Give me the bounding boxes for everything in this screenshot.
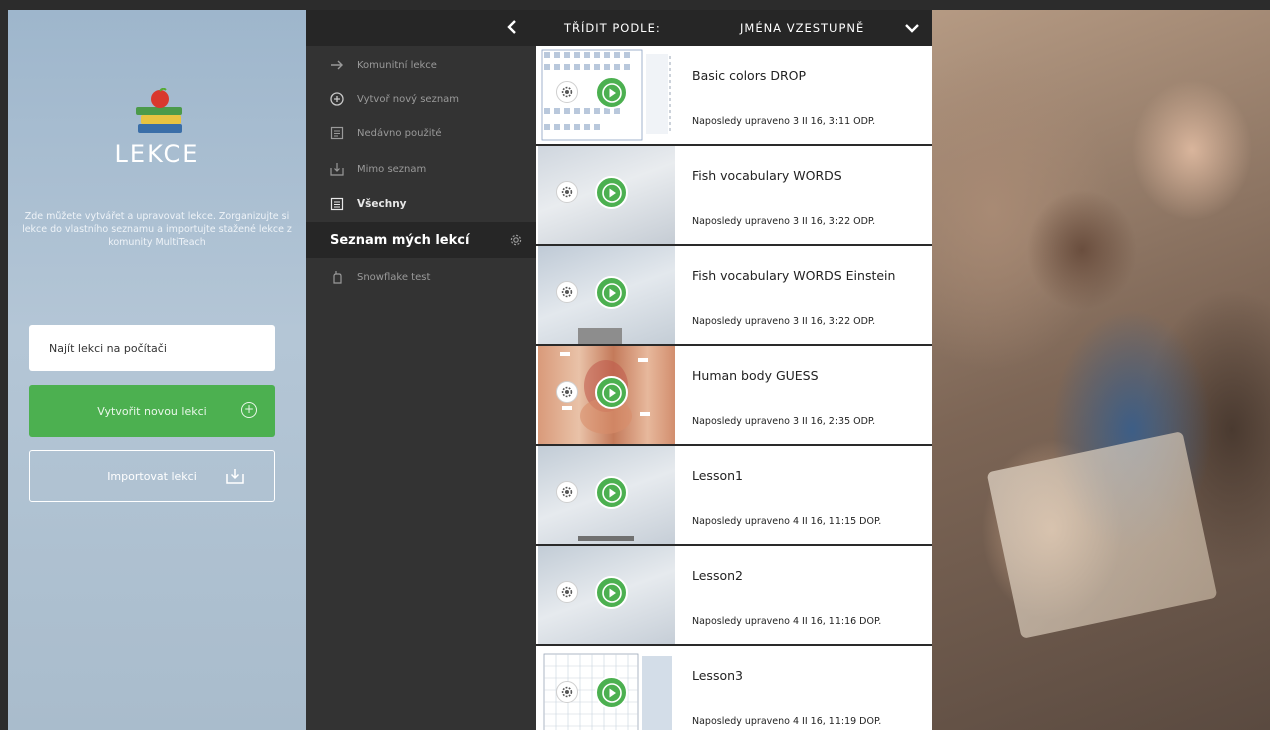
play-icon[interactable] [595, 376, 628, 409]
lesson-title: Fish vocabulary WORDS Einstein [692, 268, 896, 283]
lesson-modified-date: Naposledy upraveno 3 II 16, 3:22 ODP. [692, 216, 876, 227]
nav-topbar [306, 10, 536, 46]
nav-item-label: Mimo seznam [357, 163, 427, 175]
lesson-modified-date: Naposledy upraveno 4 II 16, 11:15 DOP. [692, 516, 882, 527]
play-icon[interactable] [595, 276, 628, 309]
lesson-row[interactable]: Lesson3 Naposledy upraveno 4 II 16, 11:1… [536, 646, 932, 730]
lesson-thumbnail [538, 446, 675, 544]
recent-icon [330, 126, 344, 140]
find-lesson-label: Najít lekci na počítači [49, 341, 167, 355]
lesson-settings-gear-icon[interactable] [556, 81, 578, 103]
lesson-modified-date: Naposledy upraveno 3 II 16, 3:11 ODP. [692, 116, 876, 127]
nav-item-label: Komunitní lekce [357, 59, 437, 71]
lesson-thumbnail [538, 546, 675, 644]
lesson-settings-gear-icon[interactable] [556, 381, 578, 403]
nav-item-unlisted[interactable]: Mimo seznam [306, 152, 536, 186]
photo-detail [986, 431, 1218, 639]
lesson-title: Lesson2 [692, 568, 743, 583]
left-panel: LEKCE Zde můžete vytvářet a upravovat le… [8, 10, 306, 730]
lesson-row[interactable]: Fish vocabulary WORDS Naposledy upraveno… [536, 146, 932, 244]
lesson-lists-nav: Komunitní lekce Vytvoř nový seznam Nedáv… [306, 10, 536, 730]
nav-item-all[interactable]: Všechny [306, 187, 536, 221]
lesson-title: Human body GUESS [692, 368, 819, 383]
lesson-thumbnail [538, 346, 675, 444]
lesson-settings-gear-icon[interactable] [556, 481, 578, 503]
lesson-settings-gear-icon[interactable] [556, 181, 578, 203]
lesson-row[interactable]: Fish vocabulary WORDS Einstein Naposledy… [536, 246, 932, 344]
collapse-chevron-left-icon[interactable] [506, 19, 522, 37]
lesson-row[interactable]: Human body GUESS Naposledy upraveno 3 II… [536, 346, 932, 444]
nav-item-label: Všechny [357, 198, 407, 210]
nav-item-label: Nedávno použité [357, 127, 442, 139]
nav-item-label: Seznam mých lekcí [330, 232, 470, 248]
lesson-list: Basic colors DROP Naposledy upraveno 3 I… [536, 46, 932, 730]
hand-icon [330, 270, 344, 284]
arrow-icon [330, 58, 344, 72]
lesson-row[interactable]: Lesson2 Naposledy upraveno 4 II 16, 11:1… [536, 546, 932, 644]
lesson-modified-date: Naposledy upraveno 3 II 16, 3:22 ODP. [692, 316, 876, 327]
nav-item-recent[interactable]: Nedávno použité [306, 116, 536, 150]
lesson-row[interactable]: Basic colors DROP Naposledy upraveno 3 I… [536, 46, 932, 144]
lesson-modified-date: Naposledy upraveno 3 II 16, 2:35 ODP. [692, 416, 876, 427]
lesson-settings-gear-icon[interactable] [556, 681, 578, 703]
lesson-row[interactable]: Lesson1 Naposledy upraveno 4 II 16, 11:1… [536, 446, 932, 544]
find-lesson-button[interactable]: Najít lekci na počítači [29, 325, 275, 371]
app-description: Zde můžete vytvářet a upravovat lekce. Z… [22, 211, 292, 248]
lesson-title: Fish vocabulary WORDS [692, 168, 842, 183]
sort-dropdown[interactable]: JMÉNA VZESTUPNĚ [740, 21, 864, 35]
books-apple-logo-icon [130, 87, 190, 140]
create-lesson-label: Vytvořit novou lekci [97, 404, 207, 418]
play-icon[interactable] [595, 76, 628, 109]
thumbnail-graphic [578, 328, 622, 344]
lesson-title: Basic colors DROP [692, 68, 807, 83]
thumbnail-graphic [578, 536, 634, 541]
play-icon[interactable] [595, 476, 628, 509]
sort-header: TŘÍDIT PODLE: JMÉNA VZESTUPNĚ [507, 10, 932, 46]
lesson-title: Lesson3 [692, 668, 743, 683]
lesson-title: Lesson1 [692, 468, 743, 483]
play-icon[interactable] [595, 676, 628, 709]
lesson-modified-date: Naposledy upraveno 4 II 16, 11:16 DOP. [692, 616, 882, 627]
lesson-thumbnail [538, 46, 675, 144]
sort-label: TŘÍDIT PODLE: [564, 21, 661, 35]
nav-item-label: Vytvoř nový seznam [357, 93, 460, 105]
nav-item-snowflake-test[interactable]: Snowflake test [306, 260, 536, 294]
lesson-thumbnail [538, 246, 675, 344]
gear-icon[interactable] [510, 234, 522, 250]
app-title: LEKCE [114, 140, 200, 168]
lesson-thumbnail [538, 646, 675, 730]
import-icon [226, 468, 244, 484]
nav-item-community-lessons[interactable]: Komunitní lekce [306, 48, 536, 82]
list-icon [330, 197, 344, 211]
import-lesson-label: Importovat lekci [107, 469, 197, 483]
lesson-settings-gear-icon[interactable] [556, 281, 578, 303]
lesson-settings-gear-icon[interactable] [556, 581, 578, 603]
play-icon[interactable] [595, 576, 628, 609]
play-icon[interactable] [595, 176, 628, 209]
nav-item-my-lessons[interactable]: Seznam mých lekcí [306, 222, 536, 258]
nav-item-new-list[interactable]: Vytvoř nový seznam [306, 82, 536, 116]
plus-circle-icon [330, 92, 344, 106]
nav-item-label: Snowflake test [357, 271, 431, 283]
plus-circle-icon: + [241, 402, 257, 418]
import-lesson-button[interactable]: Importovat lekci [29, 450, 275, 502]
chevron-down-icon[interactable] [904, 22, 919, 34]
lesson-thumbnail [538, 146, 675, 244]
lesson-modified-date: Naposledy upraveno 4 II 16, 11:19 DOP. [692, 716, 882, 727]
download-icon [330, 162, 344, 176]
create-lesson-button[interactable]: Vytvořit novou lekci + [29, 385, 275, 437]
background-photo [932, 10, 1270, 730]
